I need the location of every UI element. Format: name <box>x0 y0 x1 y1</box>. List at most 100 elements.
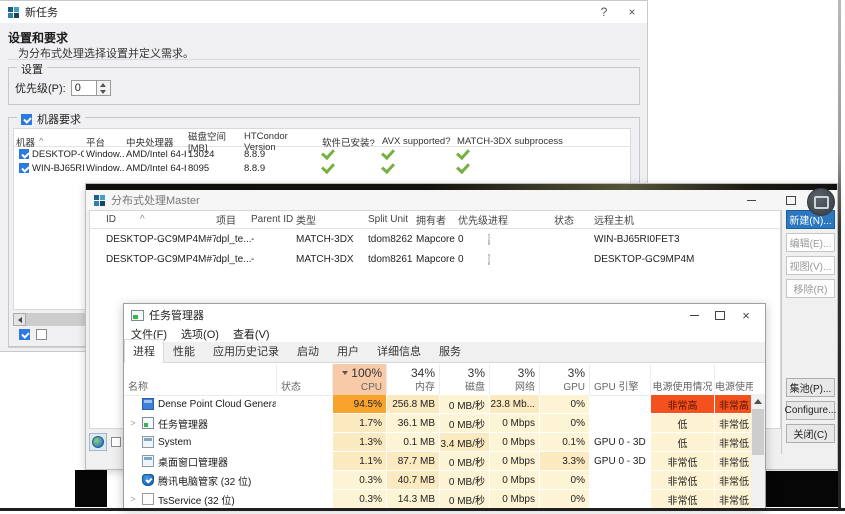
cell-gpu-engine <box>589 414 650 433</box>
scroll-up-icon[interactable] <box>751 394 765 408</box>
col-network[interactable]: 3% 网络 <box>489 364 539 395</box>
statusbar-checkbox[interactable] <box>111 437 121 447</box>
priority-spinner[interactable] <box>97 80 111 96</box>
process-rows: Dense Point Cloud Generation94.5%256.8 M… <box>124 395 753 509</box>
col-cpu[interactable]: 中央处理器 <box>124 135 186 149</box>
priority-row: 优先级(P): 0 <box>15 80 111 96</box>
machine-checkbox[interactable] <box>19 149 29 159</box>
col-installed[interactable]: 软件已安装? <box>320 135 380 149</box>
col-priority[interactable]: 优先级 <box>458 212 488 227</box>
col-name[interactable]: 名称 <box>124 364 276 395</box>
view-button[interactable]: 视图(V)... <box>786 256 835 275</box>
cell-match3dx <box>455 163 630 174</box>
process-row[interactable]: System1.3%0.1 MB3.4 MB/秒0 Mbps0.1%GPU 0 … <box>124 433 753 452</box>
cell-status <box>276 414 332 433</box>
spinner-up-icon[interactable] <box>97 81 110 88</box>
jobs-header[interactable]: ID ^ 项目 Parent ID 类型 Split Unit 拥有者 优先级 … <box>90 211 780 229</box>
col-gpu[interactable]: 3% GPU <box>539 364 589 395</box>
check-icon <box>381 149 395 160</box>
tab-详细信息[interactable]: 详细信息 <box>368 339 430 362</box>
cell-name: >TsService (32 位) <box>124 490 276 509</box>
tab-进程[interactable]: 进程 <box>124 339 164 363</box>
cell-name: >任务管理器 <box>124 414 276 433</box>
col-status[interactable]: 状态 <box>554 212 594 227</box>
process-row[interactable]: 桌面窗口管理器1.1%87.7 MB0 MB/秒0 Mbps3.3%GPU 0 … <box>124 452 753 471</box>
process-row[interactable]: Dense Point Cloud Generation94.5%256.8 M… <box>124 395 753 414</box>
panel-gap <box>786 302 836 378</box>
cell-gpu-engine <box>589 471 650 490</box>
cell-power-trend: 非常低 <box>714 471 753 490</box>
taskmgr-vscrollbar[interactable] <box>751 394 765 507</box>
col-power-trend[interactable]: 电源使用情... <box>714 364 753 395</box>
system-icon <box>142 436 154 448</box>
help-icon[interactable]: ? <box>593 4 615 20</box>
col-type[interactable]: 类型 <box>296 212 368 227</box>
col-parent-id[interactable]: Parent ID <box>251 214 296 225</box>
machine-requirements-checkbox[interactable] <box>21 114 32 125</box>
col-memory[interactable]: 34% 内存 <box>386 364 439 395</box>
process-row[interactable]: >TsService (32 位)0.3%14.3 MB0 MB/秒0 Mbps… <box>124 490 753 509</box>
col-project[interactable]: 项目 <box>216 212 251 227</box>
close-icon[interactable]: × <box>733 306 759 324</box>
col-progress[interactable]: 进程 <box>488 212 554 227</box>
machine-table-header[interactable]: 机器 ^ 平台 中央处理器 磁盘空间[MB] HTCondor Version … <box>14 129 630 147</box>
maximize-icon[interactable] <box>778 191 804 209</box>
cell-progress: 10% <box>488 254 554 265</box>
cell-gpu-engine: GPU 0 - 3D <box>589 433 650 452</box>
scrollbar-thumb[interactable] <box>752 409 764 455</box>
footer-checkbox-checked[interactable] <box>19 329 30 340</box>
cell-remote-host: DESKTOP-GC9MP4M <box>594 254 780 265</box>
col-cpu[interactable]: 100% CPU <box>332 364 386 395</box>
col-owner[interactable]: 拥有者 <box>416 212 458 227</box>
col-avx[interactable]: AVX supported? <box>380 136 455 147</box>
spinner-down-icon[interactable] <box>97 88 110 95</box>
tab-用户[interactable]: 用户 <box>328 339 368 362</box>
col-split-unit[interactable]: Split Unit <box>368 214 416 225</box>
tab-应用历史记录[interactable]: 应用历史记录 <box>204 339 288 362</box>
chevron-expand-icon[interactable]: > <box>128 418 138 428</box>
machine-row[interactable]: DESKTOP-G...Window...AMD/Intel 64-b...13… <box>14 147 630 161</box>
process-row[interactable]: 腾讯电脑管家 (32 位)0.3%40.7 MB0 MB/秒0 Mbps0%非常… <box>124 471 753 490</box>
cell-power-trend: 非常低 <box>714 490 753 509</box>
col-disk[interactable]: 3% 磁盘 <box>439 364 489 395</box>
maximize-icon[interactable] <box>707 306 733 324</box>
tab-启动[interactable]: 启动 <box>288 339 328 362</box>
col-remote-host[interactable]: 远程主机 <box>594 212 780 227</box>
footer-checkbox-unchecked[interactable] <box>36 329 47 340</box>
col-power[interactable]: 电源使用情况 <box>650 364 714 395</box>
chevron-expand-icon[interactable]: > <box>128 494 138 504</box>
process-row[interactable]: >任务管理器1.7%36.1 MB0 MB/秒0 Mbps0%低非常低 <box>124 414 753 433</box>
pool-button[interactable]: 集池(P)... <box>786 378 835 397</box>
scroll-left-icon[interactable] <box>13 313 26 326</box>
cell-memory: 256.8 MB <box>386 395 439 414</box>
settings-groupbox: 设置 优先级(P): 0 <box>8 67 640 105</box>
col-status[interactable]: 状态 <box>276 364 332 395</box>
desktop: 新任务 ? × 设置和要求 为分布式处理选择设置并定义需求。 设置 优先级(P)… <box>0 0 845 514</box>
col-gpu-engine[interactable]: GPU 引擎 <box>589 364 650 395</box>
cell-project: dpl_te... <box>216 254 251 265</box>
col-platform[interactable]: 平台 <box>84 135 124 149</box>
edit-button[interactable]: 编辑(E)... <box>786 233 835 252</box>
check-icon <box>456 149 470 160</box>
network-globe-toggle[interactable] <box>89 433 107 451</box>
tab-性能[interactable]: 性能 <box>164 339 204 362</box>
minimize-icon[interactable] <box>681 306 707 324</box>
minimize-icon[interactable] <box>738 191 764 209</box>
job-row[interactable]: DESKTOP-GC9MP4M#70.0dpl_te...-MATCH-3DXt… <box>90 229 780 249</box>
col-match3dx[interactable]: MATCH-3DX subprocess <box>455 136 630 147</box>
col-machine[interactable]: 机器 ^ <box>14 135 84 149</box>
machine-row[interactable]: WIN-BJ65RI0...Window...AMD/Intel 64-b...… <box>14 161 630 175</box>
remove-button[interactable]: 移除(R) <box>786 279 835 298</box>
priority-input[interactable]: 0 <box>71 80 97 96</box>
col-id[interactable]: ID ^ <box>98 214 216 225</box>
tab-服务[interactable]: 服务 <box>430 339 470 362</box>
close-button[interactable]: 关闭(C) <box>786 424 835 443</box>
cell-status <box>276 490 332 509</box>
cell-status <box>276 433 332 452</box>
configure-button[interactable]: Configure... <box>786 401 835 420</box>
cell-match3dx <box>455 149 630 160</box>
screen-recorder-bubble-icon[interactable] <box>807 188 835 216</box>
machine-checkbox[interactable] <box>19 163 29 173</box>
job-row[interactable]: DESKTOP-GC9MP4M#70.1dpl_te...-MATCH-3DXt… <box>90 249 780 269</box>
close-icon[interactable]: × <box>621 4 643 20</box>
